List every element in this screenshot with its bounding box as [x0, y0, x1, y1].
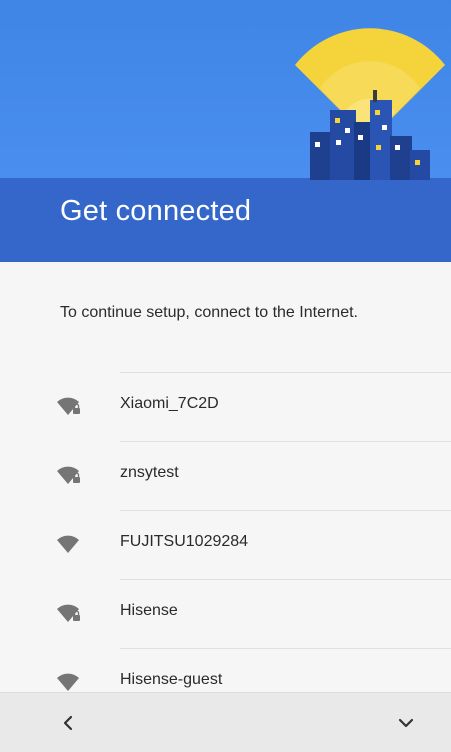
wifi-icon [57, 535, 79, 553]
wifi-lock-icon [57, 466, 80, 484]
setup-instructions: To continue setup, connect to the Intern… [60, 304, 358, 321]
wifi-network-item[interactable]: Hisense [57, 579, 451, 648]
network-ssid: Hisense [120, 602, 178, 619]
page-title: Get connected [60, 195, 252, 227]
wifi-network-item[interactable]: Xiaomi_7C2D [57, 372, 451, 441]
network-ssid: znsytest [120, 464, 179, 481]
wifi-icon [57, 673, 79, 691]
more-button[interactable] [388, 705, 424, 741]
chevron-left-icon [63, 715, 73, 731]
city-wifi-illustration [295, 28, 445, 180]
network-ssid: FUJITSU1029284 [120, 533, 249, 550]
wifi-lock-icon [57, 397, 80, 415]
network-ssid: Xiaomi_7C2D [120, 395, 219, 412]
bottom-navigation-bar [0, 692, 451, 752]
back-button[interactable] [50, 705, 86, 741]
network-ssid: Hisense-guest [120, 671, 223, 688]
wifi-network-item[interactable]: FUJITSU1029284 [57, 510, 451, 579]
header: Get connected [0, 0, 451, 262]
wifi-lock-icon [57, 604, 80, 622]
wifi-network-item[interactable]: znsytest [57, 441, 451, 510]
wifi-network-list: Xiaomi_7C2D znsytest FUJITSU1029284 Hise… [0, 372, 451, 717]
chevron-down-icon [398, 718, 414, 728]
